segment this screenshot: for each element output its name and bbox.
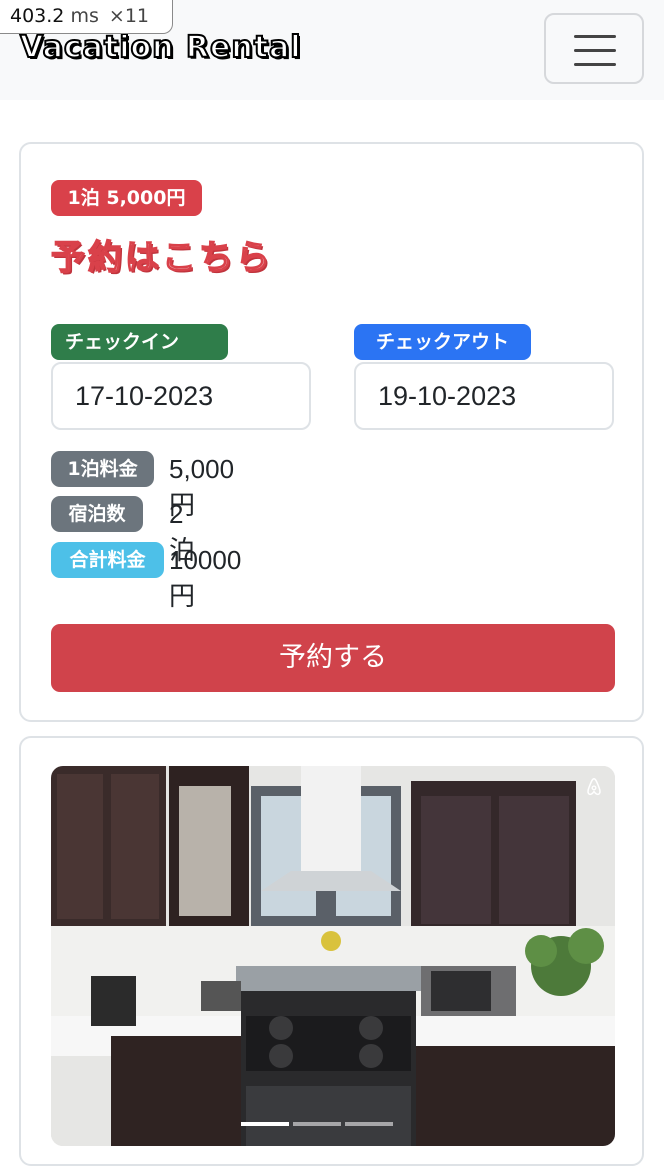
reservation-title: 予約はこちら [50,237,273,279]
total-value: 10000円 [169,545,242,611]
perf-overlay: 403.2 ms ×11 [0,0,173,34]
carousel-indicator[interactable] [345,1122,393,1126]
hamburger-icon [574,35,616,38]
reservation-card: 1泊 5,000円 予約はこちら チェックイン チェックアウト 17-10-20… [19,142,644,722]
carousel-indicators [241,1122,393,1128]
total-label: 合計料金 [51,542,164,578]
carousel-indicator[interactable] [293,1122,341,1126]
nightly-rate-label: 1泊料金 [51,451,154,487]
hamburger-icon-line [574,63,616,66]
gallery-card [19,736,644,1166]
menu-toggle-button[interactable] [544,13,644,84]
checkin-label: チェックイン [51,324,228,360]
carousel-indicator[interactable] [241,1122,289,1126]
kitchen-illustration [51,766,615,1146]
nights-label: 宿泊数 [51,496,143,532]
kitchen-photo[interactable] [51,766,615,1146]
perf-ms-value: 403.2 [10,5,65,27]
navbar-brand[interactable]: Vacation Rental [19,29,302,66]
perf-ms-unit: ms [70,5,99,27]
price-per-night-badge: 1泊 5,000円 [51,180,202,216]
checkout-label: チェックアウト [354,324,531,360]
hamburger-icon-line [574,49,616,52]
checkin-date-input[interactable]: 17-10-2023 [51,362,311,430]
airbnb-icon [587,778,601,796]
perf-multiplier: ×11 [108,5,150,27]
checkout-date-input[interactable]: 19-10-2023 [354,362,614,430]
reserve-button[interactable]: 予約する [51,624,615,692]
